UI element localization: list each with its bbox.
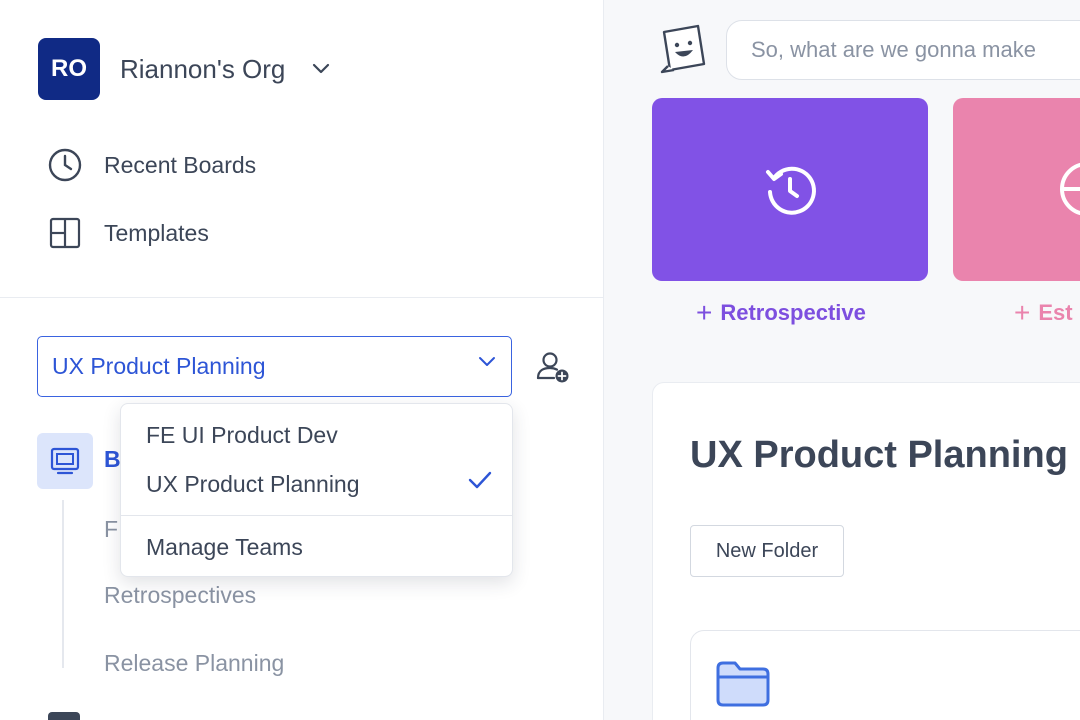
sidebar-divider: [0, 297, 604, 298]
org-switcher[interactable]: RO Riannon's Org: [38, 38, 331, 100]
nav-templates[interactable]: Templates: [46, 214, 209, 252]
history-icon: [766, 166, 816, 215]
add-retrospective-link[interactable]: + Retrospective: [696, 297, 866, 329]
tree-line: [62, 500, 64, 668]
folder-icon: [714, 658, 772, 710]
tree-item[interactable]: Retrospectives: [104, 582, 256, 609]
panel-title: UX Product Planning: [690, 434, 1068, 476]
tile-label: Retrospective: [720, 300, 866, 325]
manage-teams-item[interactable]: Manage Teams: [146, 534, 303, 561]
team-dropdown-menu: FE UI Product Dev UX Product Planning Ma…: [120, 403, 513, 577]
estimation-icon: [1060, 162, 1080, 216]
plus-icon: +: [1014, 297, 1031, 328]
add-user-icon[interactable]: [534, 348, 572, 386]
clock-icon: [46, 146, 84, 184]
dropdown-separator: [121, 515, 512, 516]
retrospective-tile[interactable]: [652, 98, 928, 281]
tile-label: Est: [1038, 300, 1073, 325]
prompt-placeholder: So, what are we gonna make: [751, 37, 1036, 62]
team-select[interactable]: UX Product Planning: [37, 336, 512, 397]
boards-icon[interactable]: [37, 433, 93, 489]
tree-item[interactable]: Release Planning: [104, 650, 284, 677]
sidebar: RO Riannon's Org Recent Boards Templates…: [0, 0, 604, 720]
nav-recent-boards[interactable]: Recent Boards: [46, 146, 256, 184]
chevron-down-icon[interactable]: [311, 63, 331, 75]
layout-icon: [46, 214, 84, 252]
boards-label[interactable]: B: [104, 446, 121, 473]
team-select-value: UX Product Planning: [52, 353, 266, 379]
mascot-icon: [658, 24, 708, 76]
nav-label: Recent Boards: [104, 151, 257, 178]
dropdown-option-selected[interactable]: UX Product Planning: [146, 471, 360, 498]
org-avatar: RO: [38, 38, 100, 100]
dropdown-option[interactable]: FE UI Product Dev: [146, 422, 338, 449]
add-estimation-link[interactable]: + Est: [1014, 297, 1073, 329]
org-name: Riannon's Org: [120, 53, 286, 84]
nav-label: Templates: [104, 219, 209, 246]
new-folder-button[interactable]: New Folder: [690, 525, 844, 577]
estimation-tile[interactable]: [953, 98, 1080, 281]
checkmark-icon: [467, 470, 493, 490]
chevron-down-icon: [477, 356, 497, 368]
board-icon[interactable]: [48, 712, 80, 720]
tree-item[interactable]: F: [104, 516, 118, 543]
prompt-input[interactable]: So, what are we gonna make: [726, 20, 1080, 80]
plus-icon: +: [696, 297, 713, 328]
